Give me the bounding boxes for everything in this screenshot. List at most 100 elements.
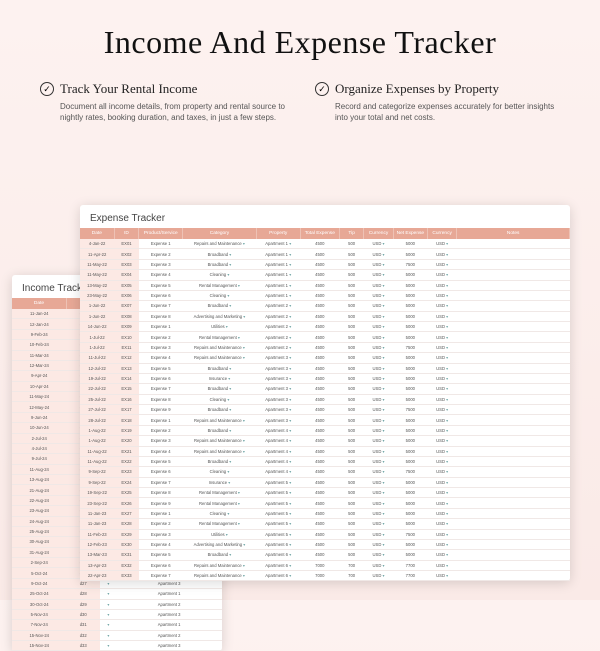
dropdown-icon: ▾ <box>227 469 229 474</box>
cell: Apartment 6 ▾ <box>256 571 300 581</box>
cell: Apartment 4 ▾ <box>256 467 300 477</box>
expense-col-header: Currency <box>364 228 393 239</box>
cell: 500 <box>339 529 363 539</box>
cell: EX14 <box>114 373 138 383</box>
cell <box>457 363 570 373</box>
cell: 19-Sep-22 <box>80 488 114 498</box>
dropdown-icon: ▾ <box>243 355 245 360</box>
dropdown-icon: ▾ <box>446 283 448 288</box>
dropdown-icon: ▾ <box>446 459 448 464</box>
cell: Apartment 6 ▾ <box>256 539 300 549</box>
cell: 4500 <box>300 322 339 332</box>
dropdown-icon: ▾ <box>383 521 385 526</box>
cell <box>457 425 570 435</box>
cell: 4500 <box>300 342 339 352</box>
cell: Broadband ▾ <box>183 384 256 394</box>
cell <box>457 394 570 404</box>
cell: Broadband ▾ <box>183 363 256 373</box>
cell: 22-Aug-24 <box>12 495 66 505</box>
cell: Apartment 1 ▾ <box>256 280 300 290</box>
cell: Repairs and Maintenance ▾ <box>183 415 256 425</box>
cell: 13-May-22 <box>80 280 114 290</box>
cell: USD ▾ <box>364 373 393 383</box>
cell <box>457 488 570 498</box>
cell: 500 <box>339 539 363 549</box>
cell: USD ▾ <box>427 467 456 477</box>
dropdown-icon: ▾ <box>289 469 291 474</box>
cell: 500 <box>339 415 363 425</box>
dropdown-icon: ▾ <box>446 552 448 557</box>
cell <box>457 301 570 311</box>
expense-col-header: Category <box>183 228 256 239</box>
expense-col-header: Total Expense <box>300 228 339 239</box>
table-row: 11-Aug-22EX21Expense 4Repairs and Mainte… <box>80 446 570 456</box>
cell: d30 <box>66 609 100 619</box>
cell: USD ▾ <box>364 270 393 280</box>
cell: 11-May-22 <box>80 270 114 280</box>
cell: Apartment 5 ▾ <box>256 488 300 498</box>
dropdown-icon: ▾ <box>107 602 109 607</box>
cell: 4500 <box>300 519 339 529</box>
cell: 9-Sep-22 <box>80 467 114 477</box>
cell: USD ▾ <box>364 280 393 290</box>
cell <box>457 290 570 300</box>
table-row: 15-Nov-24d32▾Apartment 2 <box>12 630 222 640</box>
cell <box>457 560 570 570</box>
cell: 5-Nov-24 <box>12 609 66 619</box>
income-col-header: Date <box>12 298 66 309</box>
dropdown-icon: ▾ <box>446 345 448 350</box>
cell: EX11 <box>114 342 138 352</box>
dropdown-icon: ▾ <box>243 314 245 319</box>
cell: USD ▾ <box>427 249 456 259</box>
cell: 7700 <box>393 571 427 581</box>
cell: 11-May-22 <box>80 259 114 269</box>
cell: 500 <box>339 446 363 456</box>
cell: Apartment 3 ▾ <box>256 363 300 373</box>
dropdown-icon: ▾ <box>289 459 291 464</box>
cell: Apartment 4 ▾ <box>256 446 300 456</box>
dropdown-icon: ▾ <box>383 335 385 340</box>
cell: Expense 2 <box>139 425 183 435</box>
cell: 25-Jul-22 <box>80 394 114 404</box>
cell: ▾ <box>100 589 117 599</box>
cell: USD ▾ <box>364 259 393 269</box>
feature-2-desc: Record and categorize expenses accuratel… <box>315 101 560 123</box>
cell: 11-Jul-22 <box>80 353 114 363</box>
cell: 11-Jan-24 <box>12 309 66 319</box>
cell: 13-Apr-23 <box>80 560 114 570</box>
dropdown-icon: ▾ <box>228 376 230 381</box>
dropdown-icon: ▾ <box>446 303 448 308</box>
cell: USD ▾ <box>364 384 393 394</box>
cell: USD ▾ <box>364 446 393 456</box>
sheet-stage: Income Tracker DateIDProperty 11-Jan-24d… <box>0 205 600 600</box>
dropdown-icon: ▾ <box>107 622 109 627</box>
cell: 4500 <box>300 456 339 466</box>
dropdown-icon: ▾ <box>243 573 245 578</box>
cell: Apartment 2 ▾ <box>256 301 300 311</box>
cell: 5000 <box>393 436 427 446</box>
cell: 500 <box>339 322 363 332</box>
cell: 27-Jul-22 <box>80 405 114 415</box>
cell: 4500 <box>300 332 339 342</box>
dropdown-icon: ▾ <box>289 397 291 402</box>
cell <box>457 249 570 259</box>
cell: USD ▾ <box>427 259 456 269</box>
dropdown-icon: ▾ <box>289 386 291 391</box>
cell: EX30 <box>114 539 138 549</box>
dropdown-icon: ▾ <box>289 283 291 288</box>
cell: 9-Jun-24 <box>12 412 66 422</box>
cell: EX26 <box>114 498 138 508</box>
cell: 5000 <box>393 290 427 300</box>
dropdown-icon: ▾ <box>383 563 385 568</box>
dropdown-icon: ▾ <box>229 262 231 267</box>
dropdown-icon: ▾ <box>446 438 448 443</box>
cell: 500 <box>339 394 363 404</box>
cell: 7-Nov-24 <box>12 620 66 630</box>
dropdown-icon: ▾ <box>446 532 448 537</box>
cell: ▾ <box>100 641 117 651</box>
cell: 4500 <box>300 301 339 311</box>
dropdown-icon: ▾ <box>446 252 448 257</box>
cell <box>457 353 570 363</box>
table-row: 1-Jun-22EX07Expense 7Broadband ▾Apartmen… <box>80 301 570 311</box>
cell: Repairs and Maintenance ▾ <box>183 571 256 581</box>
